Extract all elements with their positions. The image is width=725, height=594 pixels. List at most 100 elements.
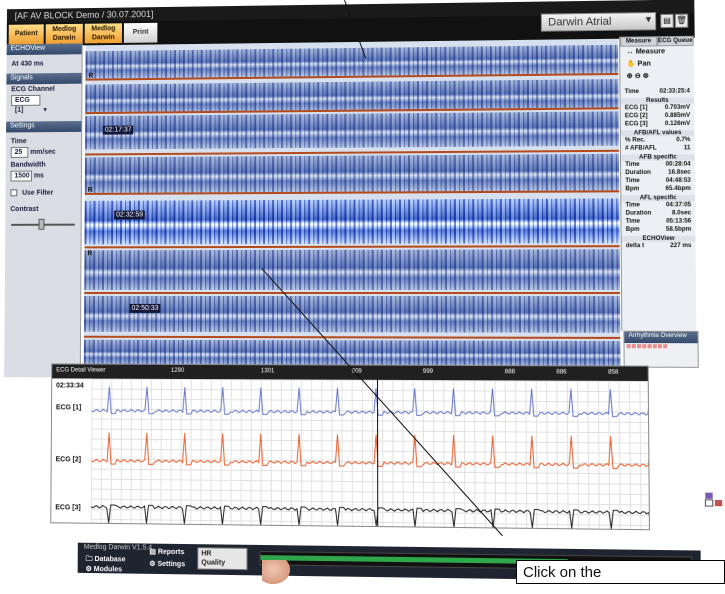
r-marker: R xyxy=(87,250,92,257)
contrast-slider[interactable] xyxy=(11,219,75,231)
r-marker: R xyxy=(88,73,93,80)
rr-value: 888 xyxy=(505,369,515,375)
window-title: [AF AV BLOCK Demo / 30.07.2001] xyxy=(15,9,154,21)
r-marker: R xyxy=(88,187,93,194)
r-line xyxy=(84,245,619,248)
result-key: ECG [3] xyxy=(625,121,648,127)
patient-select[interactable]: Darwin Atrial ▼ xyxy=(541,12,656,32)
afb-value: 00:28:04 xyxy=(666,161,691,167)
app-version: Medlog Darwin V1.5.4 xyxy=(84,544,152,552)
signals-header: Signals xyxy=(6,73,81,85)
reports-button[interactable]: ▤ Reports xyxy=(149,548,184,557)
result-value: 0.885mV xyxy=(665,113,690,119)
time-value: 02:33:25:4 xyxy=(659,88,690,94)
patient-select-value: Darwin Atrial xyxy=(548,16,612,29)
measure-button-label: Measure xyxy=(636,48,665,55)
echo-band xyxy=(84,249,620,290)
arrhythmia-overview[interactable]: Arrhythmia Overview xyxy=(623,331,698,368)
patient-details-button[interactable]: Patient Details xyxy=(9,24,44,44)
callout-label: Click on the xyxy=(516,560,725,584)
zoom-tools[interactable]: ⊕ ⊖ ⊗ xyxy=(620,69,694,82)
zoom-fit-icon[interactable]: ⊗ xyxy=(643,73,649,80)
chevron-down-icon[interactable]: ▼ xyxy=(42,108,48,114)
contrast-slider-thumb[interactable] xyxy=(38,219,44,230)
zoom-in-icon[interactable]: ⊕ xyxy=(627,73,633,80)
settings-button[interactable]: ⚙ Settings xyxy=(149,560,185,569)
medlog-abst1-button[interactable]: Medlog Darwin Abst1 xyxy=(46,24,83,44)
afb-key: Time xyxy=(625,162,639,168)
ecg-lead-label: ECG [3] xyxy=(55,504,80,511)
measure-panel: Measure ECG Queue ↔ Measure ✋ Pan ⊕ ⊖ ⊗ … xyxy=(619,36,696,331)
afib-key: # AFB/AFL xyxy=(625,145,657,151)
app-screen: [AF AV BLOCK Demo / 30.07.2001] Patient … xyxy=(1,0,725,594)
bandwidth-input[interactable]: 1500 xyxy=(11,171,33,182)
ecg-detail-title: ECG Detail Viewer xyxy=(56,367,105,373)
measure-button[interactable]: ↔ Measure xyxy=(620,46,694,58)
settings-header: Settings xyxy=(6,121,81,132)
echo-timestamp: 02:50:33 xyxy=(130,304,161,313)
arrhythmia-bar xyxy=(627,344,669,348)
print-button[interactable]: Print xyxy=(124,23,158,43)
afb-value: 04:48:53 xyxy=(666,178,691,184)
afl-value: 58.5bpm xyxy=(666,227,691,233)
callout-text: Click on the xyxy=(523,564,601,581)
ecg-detail-viewer[interactable]: ECG Detail Viewer 1290 1301 909 999 888 … xyxy=(50,363,650,530)
echo-timestamp: 02:17:37 xyxy=(103,126,134,135)
afb-key: Time xyxy=(625,178,639,184)
bandwidth-unit: ms xyxy=(34,172,44,179)
delta-value: 227 ms xyxy=(670,243,691,249)
ecg-traces xyxy=(91,379,650,531)
r-line xyxy=(84,292,620,294)
r-line xyxy=(84,336,620,339)
rr-value: 1301 xyxy=(261,368,274,374)
delta-key: delta t xyxy=(626,243,644,249)
result-value: 0.126mV xyxy=(665,121,690,127)
ecg-lead-label: ECG [1] xyxy=(56,404,81,411)
ecg-channel-select[interactable]: ECG [1] xyxy=(11,95,40,106)
ecg-lead-trace xyxy=(91,433,650,469)
time-unit: mm/sec xyxy=(30,149,56,156)
grid-icon[interactable] xyxy=(704,492,723,509)
result-value: 0.703mV xyxy=(665,105,690,111)
time-input[interactable]: 25 xyxy=(11,147,29,158)
echo-band xyxy=(85,154,619,193)
use-filter-checkbox[interactable] xyxy=(10,189,17,196)
rr-value: 999 xyxy=(423,369,433,375)
afib-key: % Rec. xyxy=(625,137,645,143)
left-panel: ECHOView At 430 ms Signals ECG Channel E… xyxy=(4,43,83,377)
time-label: Time xyxy=(6,132,81,147)
result-key: ECG [1] xyxy=(625,105,648,111)
trash-icon[interactable]: 🗑 xyxy=(675,14,689,28)
afb-value: 65.4bpm xyxy=(666,186,691,192)
ecg-lead-label: ECG [2] xyxy=(56,456,81,463)
ecg-detail-time: 02:33:34 xyxy=(56,382,84,389)
rr-value: 886 xyxy=(556,369,566,375)
medlog-abst2-button[interactable]: Medlog Darwin Abst2 xyxy=(85,23,122,43)
afl-key: Time xyxy=(626,202,640,208)
echo-band xyxy=(85,111,619,149)
echo-view[interactable]: R R R 02:17:37 02:32:59 02:50:33 xyxy=(84,39,621,370)
database-label: Database xyxy=(95,556,126,563)
tab-measure[interactable]: Measure xyxy=(620,36,657,47)
echo-band xyxy=(84,296,620,333)
afib-value: 11 xyxy=(684,145,691,151)
afl-value: 05:13:56 xyxy=(666,218,691,224)
tab-ecg-queue[interactable]: ECG Queue xyxy=(657,36,694,47)
zoom-out-icon[interactable]: ⊖ xyxy=(635,73,641,80)
modules-button[interactable]: ⚙ Modules xyxy=(86,565,122,574)
rr-value: 1290 xyxy=(171,368,184,374)
arrhythmia-overview-title: Arrhythmia Overview xyxy=(624,332,697,343)
pan-button[interactable]: ✋ Pan xyxy=(620,57,694,70)
settings-label: Settings xyxy=(157,561,185,568)
use-filter-label: Use Filter xyxy=(22,190,53,197)
quality-label: Quality xyxy=(201,558,243,568)
afl-value: 8.0sec xyxy=(672,210,691,216)
echo-band xyxy=(84,198,619,244)
ecg-lead-trace xyxy=(91,505,650,529)
echo-timestamp: 02:32:59 xyxy=(114,211,145,220)
contrast-label: Contrast xyxy=(5,198,80,215)
result-key: ECG [2] xyxy=(625,113,648,119)
quality-select[interactable]: HR Quality xyxy=(197,547,247,570)
print-icon[interactable]: ▤ xyxy=(660,14,674,28)
rr-value: 858 xyxy=(608,370,618,376)
